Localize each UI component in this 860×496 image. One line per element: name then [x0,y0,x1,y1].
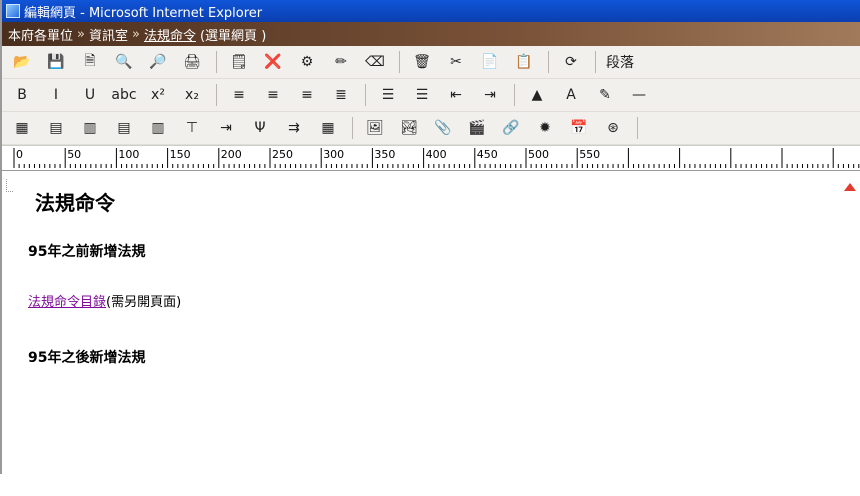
underline-icon[interactable]: U [78,83,102,107]
ruler-label: 400 [425,148,447,161]
ie-app-icon [6,4,20,18]
refresh-icon[interactable]: ⟳ [559,50,583,74]
window-title: 編輯網頁 - Microsoft Internet Explorer [24,5,263,21]
align-left-icon[interactable]: ≡ [227,83,251,107]
eraser-icon[interactable]: ⌫ [363,50,387,74]
breadcrumb-current[interactable]: 法規命令 [144,25,196,44]
ruler-label: 550 [579,148,601,161]
delete-page-icon[interactable]: ❌ [261,50,285,74]
breadcrumb-separator: » [77,26,85,42]
cursor-marker [6,179,13,192]
trash-icon[interactable]: 🗑 [410,50,434,74]
flash-icon[interactable]: ✹ [533,116,557,140]
insert-image-icon[interactable]: 🖼 [363,116,387,140]
catalog-link[interactable]: 法規命令目錄 [28,295,106,310]
insert-table-icon[interactable]: ▦ [10,116,34,140]
breadcrumb-home[interactable]: 本府各單位 [8,25,73,44]
ruler-label: 350 [374,148,396,161]
toolbar-separator [352,117,353,139]
toolbar-separator [216,84,217,106]
media-icon[interactable]: 🎬 [465,116,489,140]
subheading-after-95: 95年之後新增法規 [28,350,146,366]
highlight-icon[interactable]: ✎ [593,83,617,107]
bold-icon[interactable]: B [10,83,34,107]
merge-down-icon[interactable]: Ψ [248,116,272,140]
template-icon[interactable]: 🗒 [227,50,251,74]
save-icon[interactable]: 💾 [44,50,68,74]
cut-icon[interactable]: ✂ [444,50,468,74]
align-center-icon[interactable]: ≡ [261,83,285,107]
ruler-label: 150 [169,148,191,161]
italic-icon[interactable]: I [44,83,68,107]
editor-content[interactable]: 法規命令 95年之前新增法規 法規命令目錄(需另開頁面) 95年之後新增法規 [2,171,860,496]
strikethrough-icon[interactable]: abc [111,83,136,107]
table-properties-icon[interactable]: ▦ [316,116,340,140]
toolbar-formatting: B I Uabc x² x₂ ≡ ≡ ≡ ≣ ☰ ☰ ⇤ ⇥ ▲ A ✎ — [2,79,860,112]
align-right-icon[interactable]: ≡ [295,83,319,107]
toolbar-separator [399,51,400,73]
ruler-label: 50 [67,148,82,161]
form-icon[interactable]: 📅 [567,116,591,140]
insert-picture-icon[interactable]: 🏞 [397,116,421,140]
preview-icon[interactable]: 🔍 [112,50,136,74]
open-folder-icon[interactable]: 📂 [10,50,34,74]
paragraph-style-dropdown[interactable]: 段落 [606,50,634,74]
toolbar-separator [365,84,366,106]
horizontal-rule-icon[interactable]: — [627,83,651,107]
ruler-label: 0 [16,148,23,161]
copy-page-icon[interactable]: 🗎 [78,50,102,74]
special-char-icon[interactable]: ⊛ [601,116,625,140]
ruler[interactable]: 0 50 100 150 200 250 300 350 400 450 500 550 [2,145,860,171]
split-columns-icon[interactable]: ⇉ [282,116,306,140]
page-heading: 法規命令 [35,191,115,215]
scroll-top-arrow-icon[interactable] [844,183,856,191]
breadcrumb-section[interactable]: 資訊室 [89,25,128,44]
catalog-note: (需另開頁面) [106,295,182,310]
print-icon[interactable]: 🖨 [180,50,204,74]
ruler-label: 100 [118,148,140,161]
breadcrumb-separator: » [132,26,140,42]
split-cell-icon[interactable]: ⊤ [180,116,204,140]
merge-right-icon[interactable]: ⇥ [214,116,238,140]
attach-icon[interactable]: 📎 [431,116,455,140]
toolbar-table-insert: ▦ ▤ ▥ ▤ ▥ ⊤ ⇥ Ψ ⇉ ▦ 🖼 🏞 📎 🎬 🔗 ✹ 📅 ⊛ [2,112,860,145]
breadcrumb: 本府各單位 » 資訊室 » 法規命令 (選單網頁 ) [2,22,860,46]
title-bar: 編輯網頁 - Microsoft Internet Explorer [2,0,860,22]
indent-icon[interactable]: ⇥ [478,83,502,107]
toolbar-separator [216,51,217,73]
superscript-icon[interactable]: x² [146,83,170,107]
delete-column-icon[interactable]: ▥ [146,116,170,140]
toolbar-standard: 📂 💾 🗎 🔍 🔎 🖨 🗒 ❌ ⚙ ✏ ⌫ 🗑 ✂ 📄 📋 ⟳ 段落 [2,46,860,79]
catalog-line: 法規命令目錄(需另開頁面) [28,291,181,310]
editor-window: 編輯網頁 - Microsoft Internet Explorer 本府各單位… [0,0,860,474]
toolbar-separator [595,51,596,73]
numbered-list-icon[interactable]: ☰ [376,83,400,107]
toolbar-separator [548,51,549,73]
delete-row-icon[interactable]: ▤ [112,116,136,140]
copy-icon[interactable]: 📄 [478,50,502,74]
ruler-label: 300 [323,148,345,161]
subscript-icon[interactable]: x₂ [180,83,204,107]
outdent-icon[interactable]: ⇤ [444,83,468,107]
ruler-label: 500 [528,148,549,161]
bullet-list-icon[interactable]: ☰ [410,83,434,107]
breadcrumb-suffix: (選單網頁 ) [199,28,267,44]
toolbar-separator [637,117,638,139]
ruler-label: 200 [220,148,242,161]
subheading-before-95: 95年之前新增法規 [28,244,146,260]
ruler-label: 250 [272,148,293,161]
paste-icon[interactable]: 📋 [512,50,536,74]
link-icon[interactable]: 🔗 [499,116,523,140]
insert-column-icon[interactable]: ▥ [78,116,102,140]
fill-color-icon[interactable]: ▲ [525,83,549,107]
insert-row-icon[interactable]: ▤ [44,116,68,140]
stamp-icon[interactable]: ⚙ [295,50,319,74]
spellcheck-icon[interactable]: 🔎 [146,50,170,74]
format-painter-icon[interactable]: ✏ [329,50,353,74]
font-color-icon[interactable]: A [559,83,583,107]
justify-icon[interactable]: ≣ [329,83,353,107]
ruler-label: 450 [476,148,498,161]
toolbar-separator [514,84,515,106]
